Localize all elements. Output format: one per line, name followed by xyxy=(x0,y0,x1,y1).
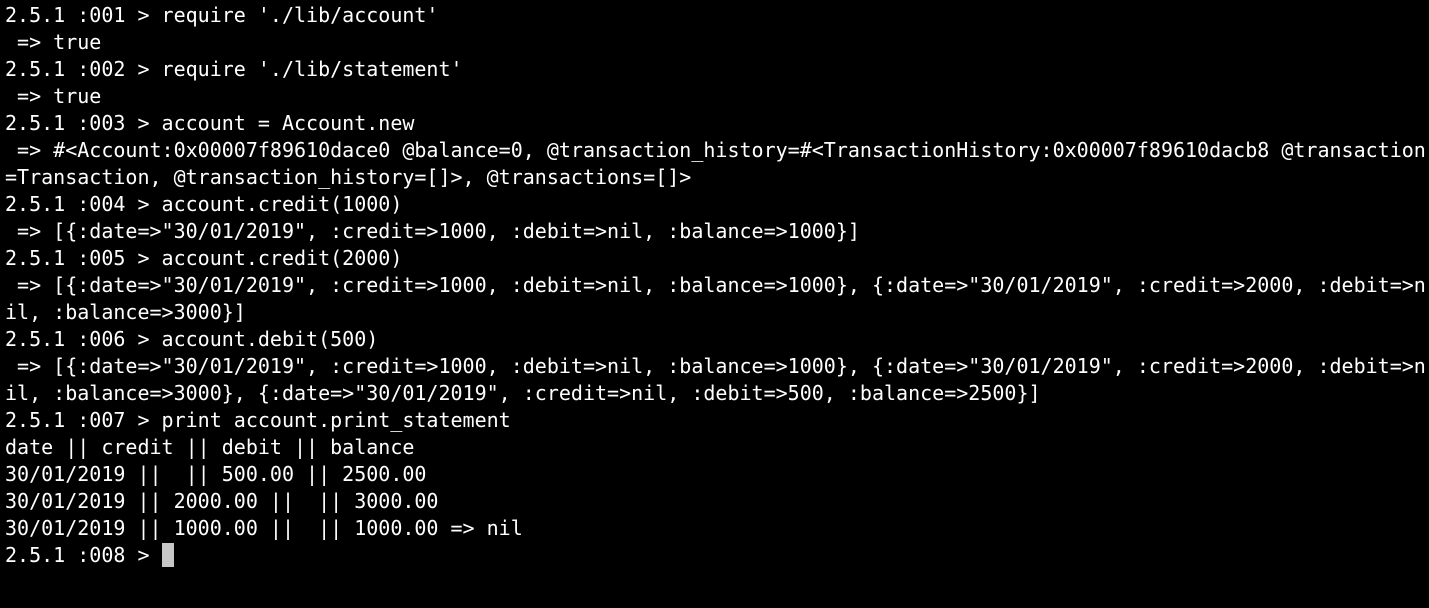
terminal-line: il, :balance=>3000}] xyxy=(5,300,246,324)
terminal-line: il, :balance=>3000}, {:date=>"30/01/2019… xyxy=(5,381,1041,405)
terminal-line: => true xyxy=(5,30,102,54)
terminal-line: => #<Account:0x00007f89610dace0 @balance… xyxy=(5,138,1426,162)
terminal-line: 30/01/2019 || 1000.00 || || 1000.00 => n… xyxy=(5,516,523,540)
terminal-line: 2.5.1 :003 > account = Account.new xyxy=(5,111,415,135)
terminal-line: 2.5.1 :004 > account.credit(1000) xyxy=(5,192,403,216)
terminal-line: =Transaction, @transaction_history=[]>, … xyxy=(5,165,692,189)
terminal-line: 2.5.1 :007 > print account.print_stateme… xyxy=(5,408,511,432)
terminal-line: => [{:date=>"30/01/2019", :credit=>1000,… xyxy=(5,354,1426,378)
terminal-line: date || credit || debit || balance xyxy=(5,435,415,459)
terminal-line: 2.5.1 :001 > require './lib/account' xyxy=(5,3,439,27)
terminal-window[interactable]: 2.5.1 :001 > require './lib/account' => … xyxy=(0,0,1429,608)
terminal-line: => [{:date=>"30/01/2019", :credit=>1000,… xyxy=(5,219,860,243)
terminal-line: => [{:date=>"30/01/2019", :credit=>1000,… xyxy=(5,273,1426,297)
terminal-line: 2.5.1 :005 > account.credit(2000) xyxy=(5,246,403,270)
prompt-line[interactable]: 2.5.1 :008 > xyxy=(5,542,1429,569)
irb-prompt: 2.5.1 :008 > xyxy=(5,543,162,567)
terminal-line: 2.5.1 :006 > account.debit(500) xyxy=(5,327,379,351)
terminal-line: 30/01/2019 || || 500.00 || 2500.00 xyxy=(5,462,427,486)
text-cursor xyxy=(161,543,174,567)
terminal-line: 2.5.1 :002 > require './lib/statement' xyxy=(5,57,463,81)
terminal-line: 30/01/2019 || 2000.00 || || 3000.00 xyxy=(5,489,439,513)
terminal-line: => true xyxy=(5,84,102,108)
